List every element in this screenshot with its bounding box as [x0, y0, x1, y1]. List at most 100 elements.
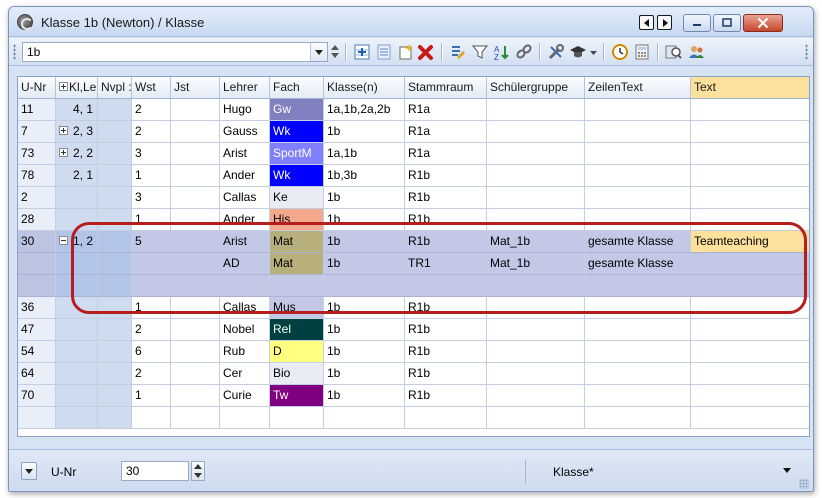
cell-jst[interactable]	[171, 231, 220, 253]
cell-unr[interactable]: 70	[18, 385, 56, 407]
cell-stammraum[interactable]: R1b	[405, 231, 487, 253]
cell-text[interactable]	[691, 187, 809, 209]
cell-klassen[interactable]: 1a,1b,2a,2b	[324, 99, 405, 121]
cell-fach[interactable]	[270, 275, 324, 297]
cell-zeilentext[interactable]	[585, 275, 691, 297]
cell-text[interactable]	[691, 143, 809, 165]
cell-wst[interactable]	[132, 253, 171, 275]
cell-stammraum[interactable]: R1b	[405, 319, 487, 341]
cell-lehrer[interactable]: Callas	[220, 187, 270, 209]
cell-schuelergruppe[interactable]	[487, 143, 585, 165]
cell-kl-le[interactable]	[56, 385, 98, 407]
cell-kl-le[interactable]: 2, 2	[56, 143, 98, 165]
cell-klassen[interactable]: 1b	[324, 253, 405, 275]
cell-jst[interactable]	[171, 209, 220, 231]
chevron-down-icon[interactable]	[783, 468, 791, 473]
cell-kl-le[interactable]	[56, 275, 98, 297]
cell-schuelergruppe[interactable]	[487, 319, 585, 341]
cell-wst[interactable]	[132, 275, 171, 297]
cell-nvpl[interactable]	[98, 121, 132, 143]
cell-zeilentext[interactable]	[585, 341, 691, 363]
table-row[interactable]	[18, 275, 809, 297]
cell-kl-le[interactable]	[56, 363, 98, 385]
cell-fach[interactable]	[270, 407, 324, 429]
cell-jst[interactable]	[171, 363, 220, 385]
cell-wst[interactable]: 3	[132, 187, 171, 209]
cell-unr[interactable]	[18, 275, 56, 297]
cell-stammraum[interactable]: R1b	[405, 297, 487, 319]
cell-kl-le[interactable]	[56, 319, 98, 341]
resize-grip[interactable]	[799, 479, 809, 489]
cell-zeilentext[interactable]	[585, 187, 691, 209]
cell-nvpl[interactable]	[98, 143, 132, 165]
cell-klassen[interactable]	[324, 275, 405, 297]
cell-jst[interactable]	[171, 99, 220, 121]
cell-unr[interactable]: 73	[18, 143, 56, 165]
cell-wst[interactable]: 1	[132, 297, 171, 319]
table-row[interactable]: 70 1 Curie Tw 1b R1b	[18, 385, 809, 407]
expand-icon[interactable]	[59, 82, 68, 92]
new-item-icon[interactable]	[397, 43, 415, 61]
cell-wst[interactable]: 2	[132, 363, 171, 385]
cell-lehrer[interactable]: Hugo	[220, 99, 270, 121]
cell-stammraum[interactable]: R1b	[405, 341, 487, 363]
cell-wst[interactable]: 5	[132, 231, 171, 253]
table-row[interactable]: 7 2, 3 2 Gauss Wk 1b R1a	[18, 121, 809, 143]
cell-lehrer[interactable]: Cer	[220, 363, 270, 385]
cell-kl-le[interactable]	[56, 407, 98, 429]
cell-wst[interactable]: 2	[132, 319, 171, 341]
cell-wst[interactable]: 3	[132, 143, 171, 165]
cell-nvpl[interactable]	[98, 209, 132, 231]
cell-wst[interactable]: 2	[132, 121, 171, 143]
cell-klassen[interactable]: 1b	[324, 209, 405, 231]
cell-wst[interactable]: 1	[132, 385, 171, 407]
users-icon[interactable]	[687, 43, 705, 61]
cell-lehrer[interactable]: Arist	[220, 143, 270, 165]
cell-zeilentext[interactable]: gesamte Klasse	[585, 231, 691, 253]
table-row[interactable]: 2 3 Callas Ke 1b R1b	[18, 187, 809, 209]
cell-stammraum[interactable]: R1a	[405, 121, 487, 143]
previous-button[interactable]	[639, 15, 654, 30]
cell-klassen[interactable]: 1b	[324, 319, 405, 341]
cell-lehrer[interactable]: Ander	[220, 209, 270, 231]
cell-kl-le[interactable]: 2, 1	[56, 165, 98, 187]
close-button[interactable]	[743, 14, 783, 32]
cell-stammraum[interactable]: R1a	[405, 143, 487, 165]
class-selector-combo[interactable]: 1b	[22, 42, 328, 62]
table-row[interactable]: AD Mat 1b TR1 Mat_1b gesamte Klasse	[18, 253, 809, 275]
cell-klassen[interactable]: 1b	[324, 385, 405, 407]
sort-icon[interactable]: AZ	[493, 43, 511, 61]
graduation-hat-icon[interactable]	[569, 43, 587, 61]
cell-klassen[interactable]: 1b	[324, 297, 405, 319]
cell-unr[interactable]	[18, 407, 56, 429]
field-selector-dropdown[interactable]	[21, 462, 37, 480]
cell-zeilentext[interactable]	[585, 385, 691, 407]
cell-fach[interactable]: Tw	[270, 385, 324, 407]
calculator-icon[interactable]	[633, 43, 651, 61]
cell-stammraum[interactable]: R1b	[405, 187, 487, 209]
cell-wst[interactable]: 6	[132, 341, 171, 363]
cell-stammraum[interactable]: R1b	[405, 363, 487, 385]
column-header-nvpl[interactable]: Nvpl :	[98, 77, 132, 99]
cell-text[interactable]: Teamteaching	[691, 231, 809, 253]
cell-zeilentext[interactable]	[585, 143, 691, 165]
cell-klassen[interactable]: 1b	[324, 187, 405, 209]
edit-list-icon[interactable]	[449, 43, 467, 61]
cell-stammraum[interactable]: R1b	[405, 165, 487, 187]
cell-text[interactable]	[691, 297, 809, 319]
cell-unr[interactable]: 28	[18, 209, 56, 231]
cell-schuelergruppe[interactable]	[487, 187, 585, 209]
minimize-button[interactable]	[683, 14, 711, 32]
cell-unr[interactable]: 7	[18, 121, 56, 143]
expand-icon[interactable]	[59, 126, 68, 135]
cell-fach[interactable]: Wk	[270, 165, 324, 187]
cell-text[interactable]	[691, 319, 809, 341]
cell-kl-le[interactable]: 2, 3	[56, 121, 98, 143]
cell-text[interactable]	[691, 99, 809, 121]
cell-unr[interactable]	[18, 253, 56, 275]
cell-unr[interactable]: 78	[18, 165, 56, 187]
cell-lehrer[interactable]: Rub	[220, 341, 270, 363]
cell-text[interactable]	[691, 275, 809, 297]
table-row[interactable]: 36 1 Callas Mus 1b R1b	[18, 297, 809, 319]
cell-unr[interactable]: 36	[18, 297, 56, 319]
